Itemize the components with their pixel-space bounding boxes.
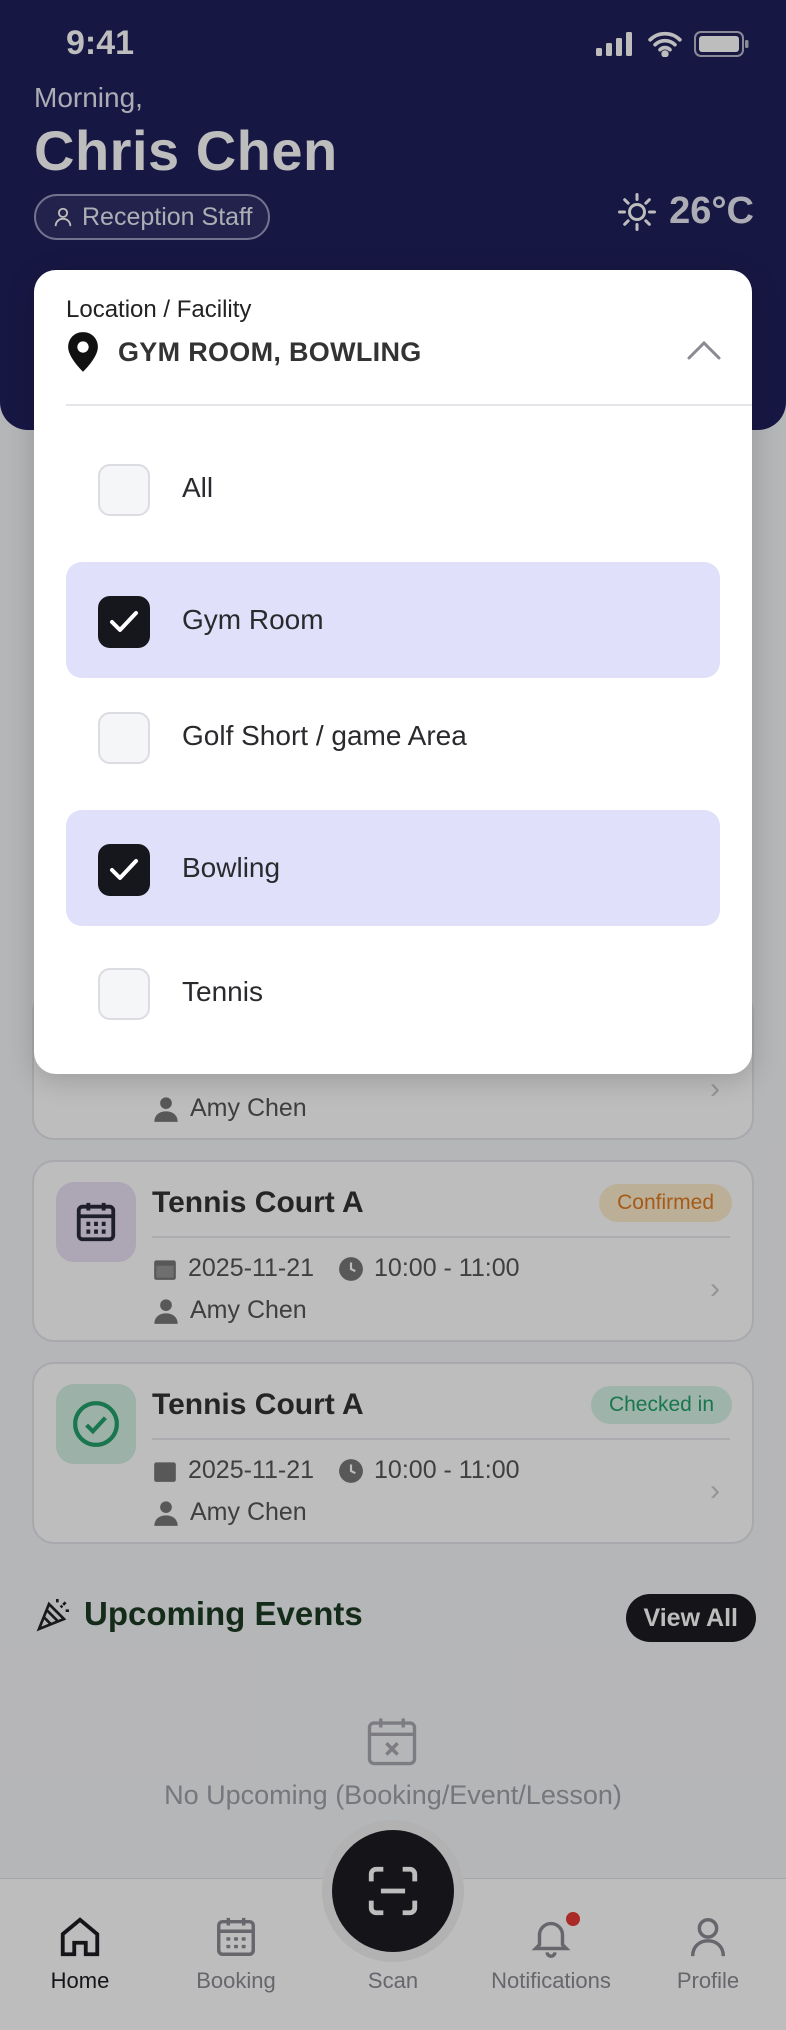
option-label: Tennis <box>182 976 263 1007</box>
option-all[interactable]: All <box>66 430 720 546</box>
option-label: Gym Room <box>182 604 324 635</box>
option-bowling[interactable]: Bowling <box>66 810 720 926</box>
chevron-up-icon[interactable] <box>686 338 722 367</box>
checkbox[interactable] <box>98 464 150 516</box>
option-label: Golf Short / game Area <box>182 720 467 751</box>
dropdown-divider <box>66 404 752 406</box>
checkbox-checked[interactable] <box>98 596 150 648</box>
location-dropdown: Location / Facility GYM ROOM, BOWLING Al… <box>34 270 752 1074</box>
check-icon <box>110 859 138 880</box>
option-label: All <box>182 472 214 503</box>
option-golf-short-game-area[interactable]: Golf Short / game Area <box>66 678 720 794</box>
dropdown-label: Location / Facility <box>66 296 252 323</box>
checkbox[interactable] <box>98 968 150 1020</box>
dropdown-selected-value[interactable]: GYM ROOM, BOWLING <box>66 332 422 372</box>
option-gym-room[interactable]: Gym Room <box>66 562 720 678</box>
check-icon <box>110 611 138 632</box>
option-label: Bowling <box>182 852 281 883</box>
checkbox[interactable] <box>98 712 150 764</box>
app-screen: Amy Chen › Tennis Court A Confirmed 2025… <box>0 0 786 2030</box>
option-tennis[interactable]: Tennis <box>66 934 720 1050</box>
location-pin-icon <box>68 332 98 372</box>
dropdown-selected-text: GYM ROOM, BOWLING <box>118 336 422 367</box>
checkbox-checked[interactable] <box>98 844 150 896</box>
